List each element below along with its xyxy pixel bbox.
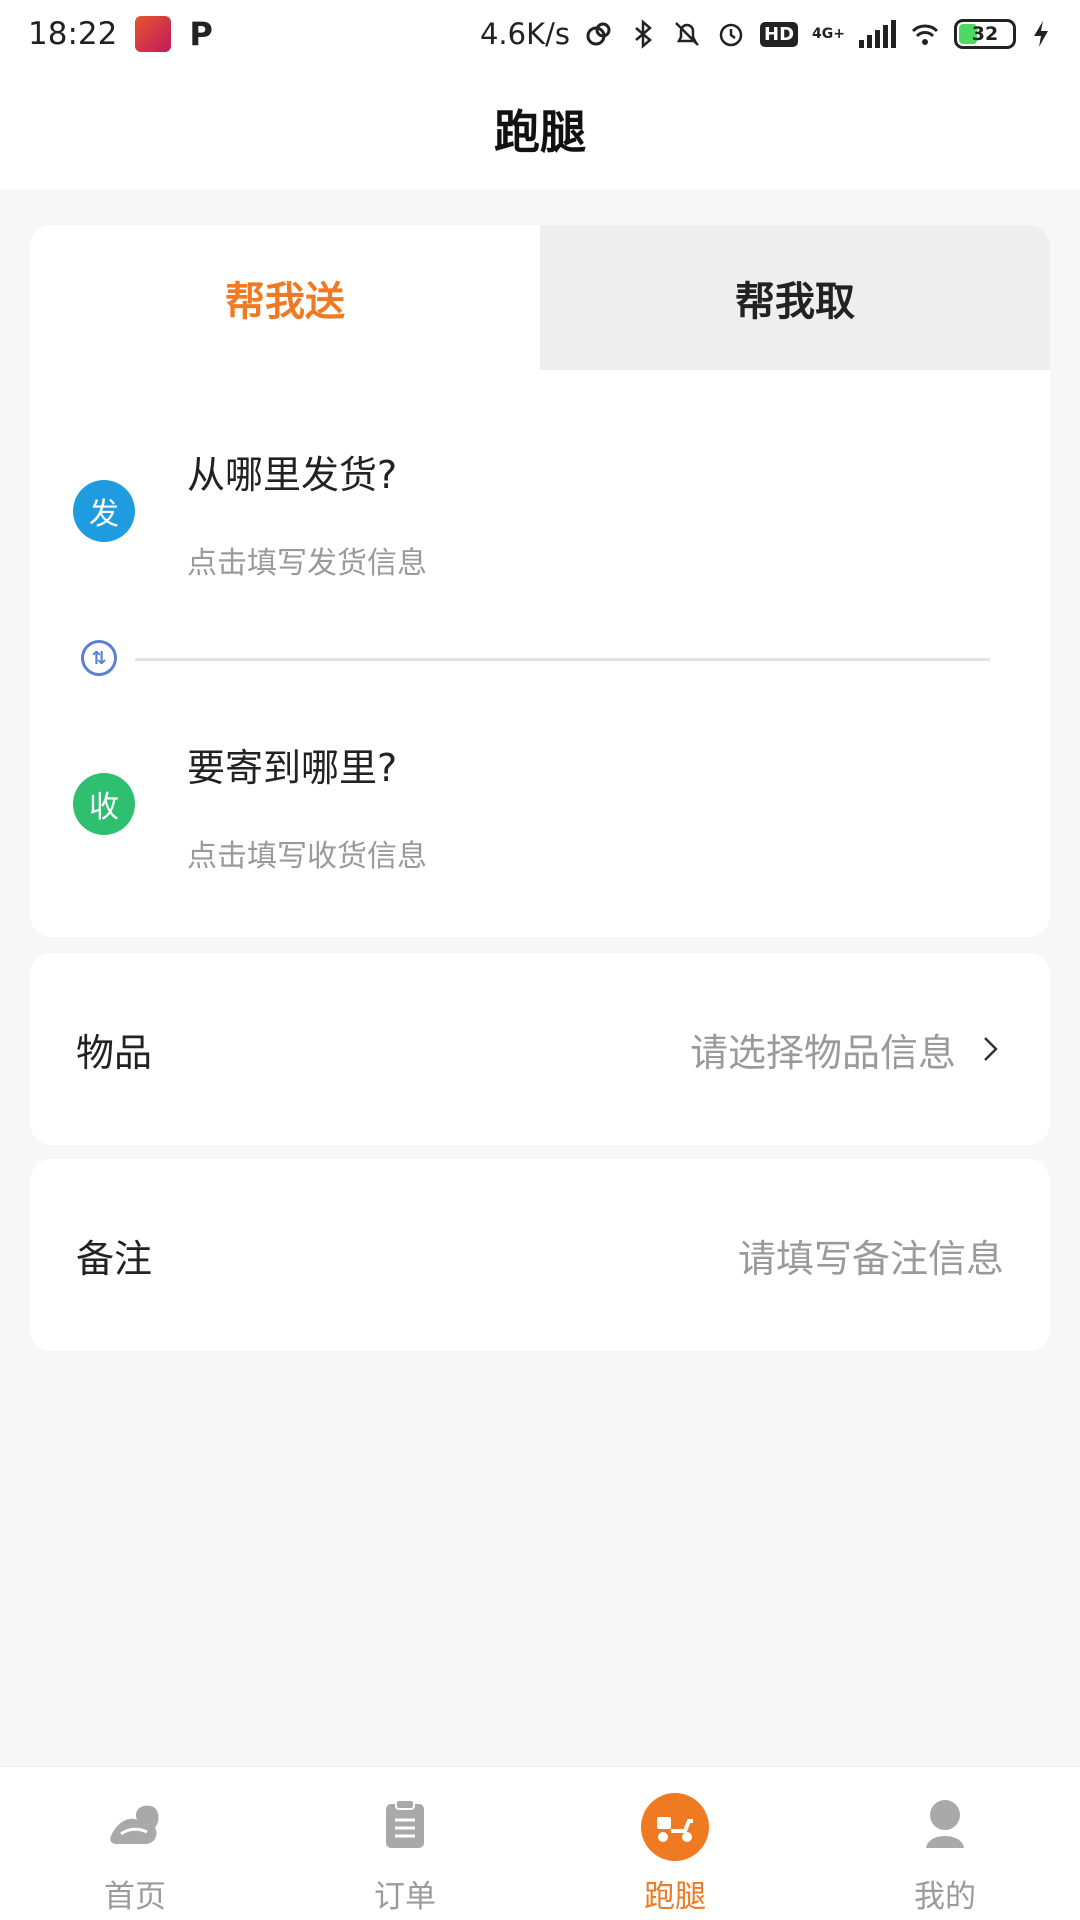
note-label: 备注 [76, 1236, 153, 1281]
send-badge-icon: 发 [73, 480, 135, 542]
battery-icon: 32 [954, 19, 1016, 49]
tabbar-item-home[interactable]: 首页 [0, 1767, 270, 1920]
goods-row[interactable]: 物品 请选择物品信息 [30, 953, 1050, 1145]
address-divider: ⇅ [30, 638, 1050, 678]
bottom-tab-bar: 首页 订单 跑腿 我的 [0, 1766, 1080, 1920]
hd-icon: HD [760, 21, 799, 47]
alarm-icon [719, 23, 743, 47]
tabbar-item-errand[interactable]: 跑腿 [540, 1767, 810, 1920]
mute-bell-icon [675, 22, 699, 46]
receiver-address-row[interactable]: 收 要寄到哪里? 点击填写收货信息 [30, 710, 1050, 900]
receiver-hint: 点击填写收货信息 [187, 839, 427, 874]
order-icon [374, 1793, 436, 1855]
profile-icon [914, 1793, 976, 1855]
wifi-icon [911, 24, 939, 45]
sender-address-row[interactable]: 发 从哪里发货? 点击填写发货信息 [30, 420, 1050, 610]
goods-value: 请选择物品信息 [690, 1022, 1004, 1077]
status-bar: 18:22 P 4.6K/s HD 4G+ 32 [0, 0, 1080, 68]
goods-label: 物品 [76, 1030, 153, 1075]
note-input[interactable]: 请填写备注信息 [738, 1228, 1004, 1283]
status-time: 18:22 [28, 16, 118, 52]
bluetooth-icon [635, 19, 652, 49]
tab-pick-for-me[interactable]: 帮我取 [540, 225, 1050, 370]
link-icon [586, 22, 611, 46]
receiver-title: 要寄到哪里? [187, 746, 398, 790]
home-icon [104, 1793, 166, 1855]
tabbar-item-orders[interactable]: 订单 [270, 1767, 540, 1920]
page-header: 跑腿 [0, 68, 1080, 190]
signal-icon [859, 20, 896, 48]
swap-icon[interactable]: ⇅ [81, 640, 117, 676]
mode-tabs: 帮我送 帮我取 [30, 225, 1050, 370]
divider-line [135, 658, 990, 661]
tabbar-label-profile: 我的 [914, 1879, 976, 1915]
page-title: 跑腿 [494, 105, 586, 159]
charging-icon [1034, 21, 1048, 47]
receive-badge-icon: 收 [73, 773, 135, 835]
goods-placeholder: 请选择物品信息 [689, 1030, 956, 1075]
sender-hint: 点击填写发货信息 [187, 546, 427, 581]
sender-title: 从哪里发货? [187, 453, 398, 497]
scooter-icon [641, 1793, 709, 1861]
network-type: 4G+ [812, 26, 845, 42]
tab-send-for-me[interactable]: 帮我送 [30, 225, 540, 370]
note-row[interactable]: 备注 请填写备注信息 [30, 1159, 1050, 1351]
app-notification-icon [135, 16, 172, 52]
network-speed: 4.6K/s [479, 17, 571, 51]
tabbar-label-errand: 跑腿 [644, 1879, 706, 1915]
tabbar-label-home: 首页 [104, 1879, 166, 1915]
tabbar-item-profile[interactable]: 我的 [810, 1767, 1080, 1920]
parking-icon: P [189, 15, 213, 53]
tabbar-label-orders: 订单 [374, 1879, 436, 1915]
chevron-right-icon [984, 1037, 998, 1061]
